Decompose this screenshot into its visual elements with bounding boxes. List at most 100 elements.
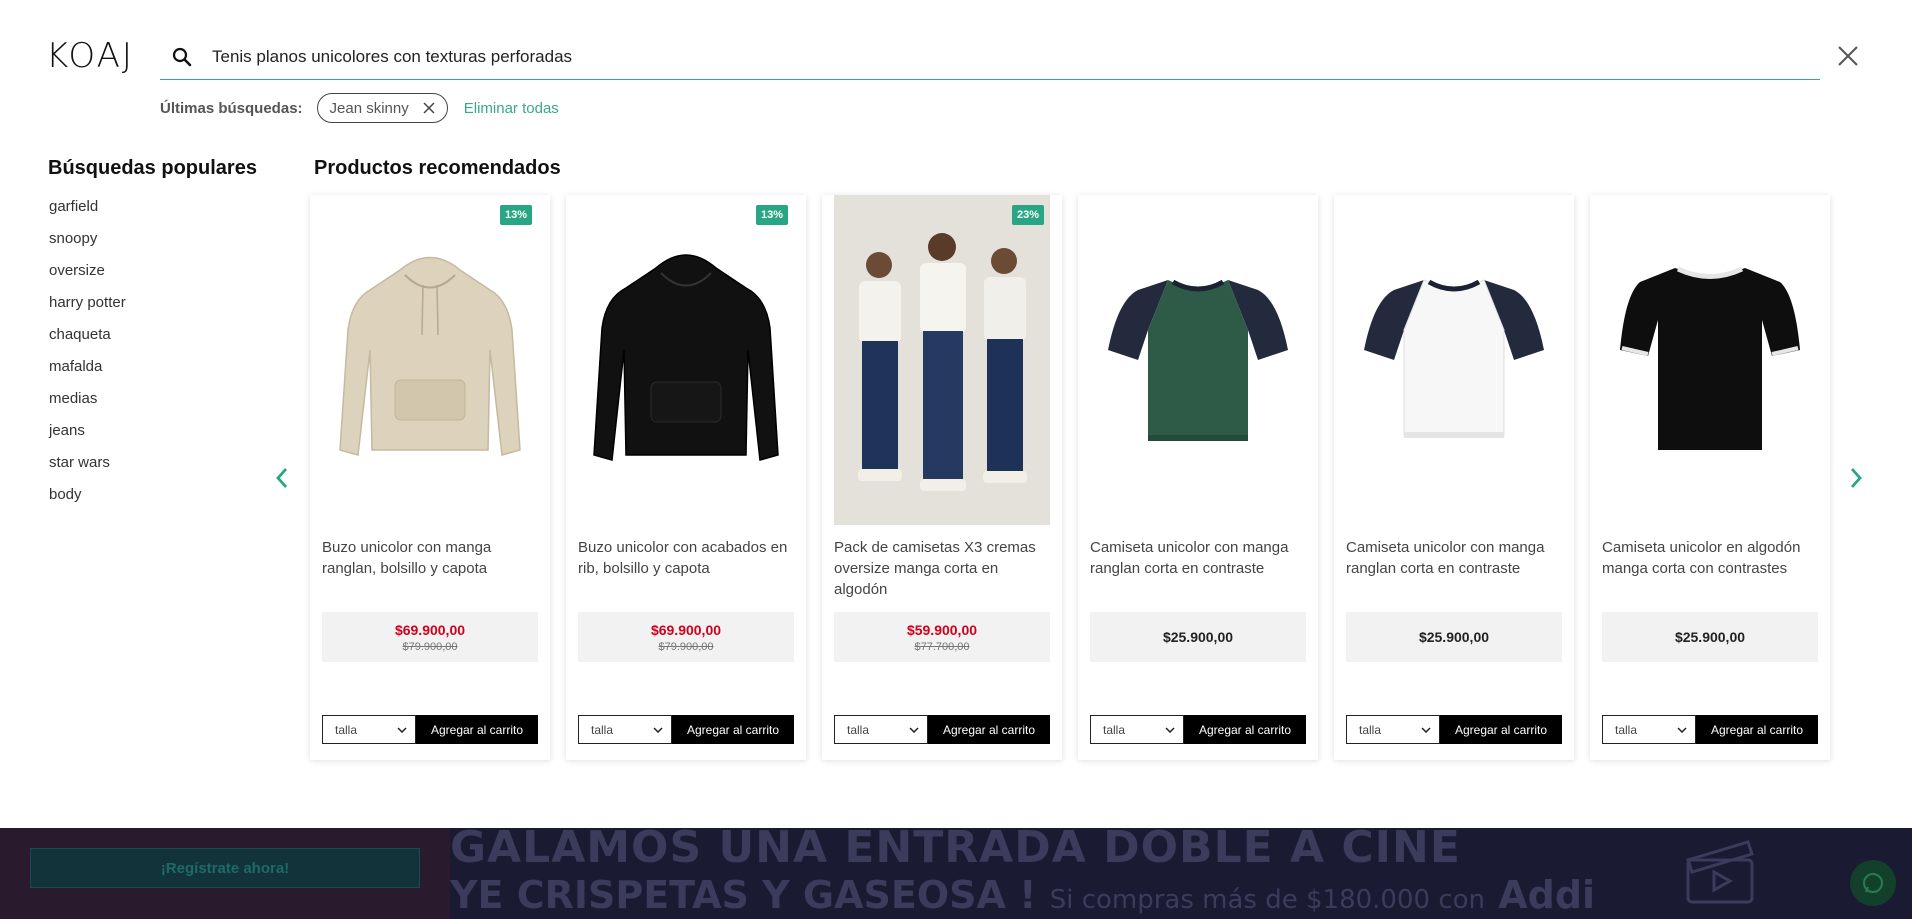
chevron-down-icon — [909, 726, 919, 733]
popular-search-item[interactable]: mafalda — [49, 356, 126, 388]
chevron-down-icon — [397, 726, 407, 733]
green-navy-raglan-tee-image — [1108, 279, 1288, 441]
popular-search-item[interactable]: oversize — [49, 260, 126, 292]
size-select[interactable]: talla — [322, 715, 416, 744]
sale-price: $59.900,00 — [906, 621, 978, 638]
popular-search-item[interactable]: garfield — [49, 196, 126, 228]
product-image[interactable] — [1090, 195, 1306, 525]
sale-price: $69.900,00 — [394, 621, 466, 638]
size-select[interactable]: talla — [1602, 715, 1696, 744]
product-name[interactable]: Buzo unicolor con manga ranglan, bolsill… — [322, 537, 542, 579]
banner-headline: GALAMOS UNA ENTRADA DOBLE A CINE — [450, 828, 1461, 873]
whatsapp-icon[interactable] — [1850, 860, 1896, 906]
popular-search-item[interactable]: snoopy — [49, 228, 126, 260]
carousel-prev-icon[interactable] — [270, 464, 294, 492]
product-actions: talla Agregar al carrito — [578, 715, 794, 744]
size-select-label: talla — [335, 722, 358, 737]
product-name[interactable]: Buzo unicolor con acabados en rib, bolsi… — [578, 537, 798, 579]
recent-searches-label: Últimas búsquedas: — [160, 99, 303, 117]
product-card[interactable]: 13% Buzo unicolor con acabados en rib, b… — [566, 195, 806, 760]
popular-searches-title: Búsquedas populares — [48, 157, 257, 179]
price-box: $25.900,00 — [1346, 612, 1562, 662]
addi-brand: Addi — [1498, 873, 1596, 917]
koaj-logo[interactable]: KOAJ — [46, 38, 134, 74]
product-name[interactable]: Camiseta unicolor con manga ranglan cort… — [1346, 537, 1566, 579]
product-image[interactable]: 13% — [578, 195, 794, 525]
carousel-next-icon[interactable] — [1844, 464, 1868, 492]
size-select-label: talla — [847, 722, 870, 737]
banner-left-panel: ¡Regístrate ahora! — [0, 828, 450, 919]
price: $25.900,00 — [1674, 629, 1746, 645]
product-name[interactable]: Pack de camisetas X3 cremas oversize man… — [834, 537, 1054, 600]
size-select[interactable]: talla — [1090, 715, 1184, 744]
white-navy-raglan-tee-image — [1364, 279, 1544, 438]
banner-subheadline-main: YE CRISPETAS Y GASEOSA ! — [450, 873, 1037, 917]
register-button[interactable]: ¡Regístrate ahora! — [30, 848, 420, 888]
discount-badge: 23% — [1011, 205, 1044, 225]
search-input[interactable] — [204, 46, 1704, 67]
product-actions: talla Agregar al carrito — [1602, 715, 1818, 744]
close-icon[interactable] — [1832, 40, 1864, 72]
add-to-cart-button[interactable]: Agregar al carrito — [416, 715, 538, 744]
popular-search-item[interactable]: jeans — [49, 420, 126, 452]
promo-banner[interactable]: ¡Regístrate ahora! GALAMOS UNA ENTRADA D… — [0, 828, 1912, 919]
add-to-cart-button[interactable]: Agregar al carrito — [672, 715, 794, 744]
black-ringer-tee-image — [1620, 266, 1800, 450]
recent-search-chip-label[interactable]: Jean skinny — [330, 100, 409, 117]
popular-search-item[interactable]: star wars — [49, 452, 126, 484]
product-image[interactable] — [1602, 195, 1818, 525]
recent-search-chip[interactable]: Jean skinny — [316, 93, 448, 123]
add-to-cart-button[interactable]: Agregar al carrito — [1440, 715, 1562, 744]
price-box: $69.900,00 $79.900,00 — [578, 612, 794, 662]
size-select[interactable]: talla — [578, 715, 672, 744]
product-image[interactable] — [1346, 195, 1562, 525]
popular-search-item[interactable]: body — [49, 484, 126, 516]
product-image[interactable]: 23% — [834, 195, 1050, 525]
popular-search-item[interactable]: chaqueta — [49, 324, 126, 356]
product-actions: talla Agregar al carrito — [322, 715, 538, 744]
search-icon[interactable] — [160, 35, 204, 79]
discount-badge: 13% — [755, 205, 788, 225]
add-to-cart-button[interactable]: Agregar al carrito — [1184, 715, 1306, 744]
sale-price: $69.900,00 — [650, 621, 722, 638]
clear-all-link[interactable]: Eliminar todas — [464, 100, 559, 117]
product-actions: talla Agregar al carrito — [834, 715, 1050, 744]
size-select[interactable]: talla — [1346, 715, 1440, 744]
size-select-label: talla — [1103, 722, 1126, 737]
clapperboard-icon — [1680, 836, 1760, 913]
size-select[interactable]: talla — [834, 715, 928, 744]
original-price: $77.700,00 — [914, 640, 970, 653]
search-bar — [160, 34, 1820, 80]
recent-searches: Últimas búsquedas: Jean skinny Eliminar … — [160, 93, 559, 123]
product-image[interactable]: 13% — [322, 195, 538, 525]
product-card[interactable]: Camiseta unicolor con manga ranglan cort… — [1078, 195, 1318, 760]
add-to-cart-button[interactable]: Agregar al carrito — [928, 715, 1050, 744]
product-carousel: 13% Buzo unicolor con manga ranglan, bol… — [310, 195, 1830, 760]
price-box: $69.900,00 $79.900,00 — [322, 612, 538, 662]
product-name[interactable]: Camiseta unicolor en algodón manga corta… — [1602, 537, 1822, 579]
chevron-down-icon — [1165, 726, 1175, 733]
price-box: $59.900,00 $77.700,00 — [834, 612, 1050, 662]
original-price: $79.900,00 — [402, 640, 458, 653]
chevron-down-icon — [1421, 726, 1431, 733]
product-card[interactable]: 23% Pack de camisetas X3 cremas oversize… — [822, 195, 1062, 760]
recommended-products-title: Productos recomendados — [314, 157, 561, 179]
size-select-label: talla — [1359, 722, 1382, 737]
add-to-cart-button[interactable]: Agregar al carrito — [1696, 715, 1818, 744]
popular-searches-list: garfield snoopy oversize harry potter ch… — [49, 196, 126, 516]
price: $25.900,00 — [1418, 629, 1490, 645]
beige-hoodie-image — [339, 256, 521, 456]
product-name[interactable]: Camiseta unicolor con manga ranglan cort… — [1090, 537, 1310, 579]
remove-chip-icon[interactable] — [423, 102, 435, 114]
chevron-down-icon — [1677, 726, 1687, 733]
popular-search-item[interactable]: medias — [49, 388, 126, 420]
three-models-photo — [834, 195, 1050, 525]
original-price: $79.900,00 — [658, 640, 714, 653]
product-actions: talla Agregar al carrito — [1346, 715, 1562, 744]
popular-search-item[interactable]: harry potter — [49, 292, 126, 324]
product-card[interactable]: Camiseta unicolor con manga ranglan cort… — [1334, 195, 1574, 760]
price-box: $25.900,00 — [1090, 612, 1306, 662]
product-card[interactable]: 13% Buzo unicolor con manga ranglan, bol… — [310, 195, 550, 760]
product-card[interactable]: Camiseta unicolor en algodón manga corta… — [1590, 195, 1830, 760]
size-select-label: talla — [1615, 722, 1638, 737]
